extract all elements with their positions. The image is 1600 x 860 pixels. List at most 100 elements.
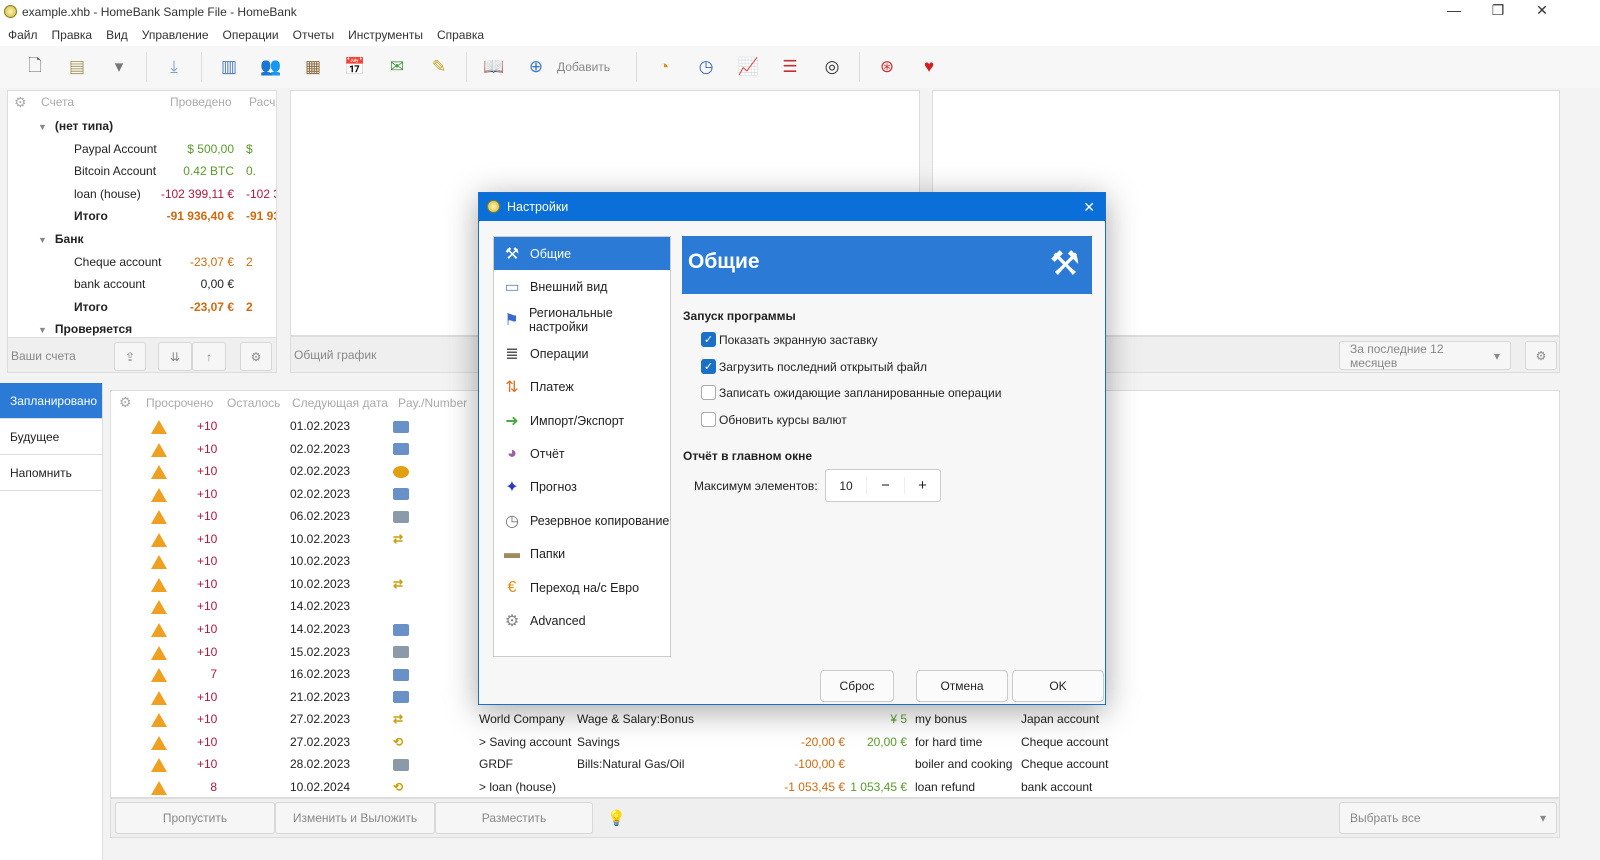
nav-item[interactable]: ▭ Внешний вид	[494, 270, 670, 303]
column-late[interactable]: Просрочено	[146, 396, 213, 410]
edit-post-button[interactable]: Изменить и Выложить	[275, 802, 435, 834]
categories-icon[interactable]: ▦	[300, 54, 326, 80]
account-group[interactable]: ▼ Проверяется	[38, 318, 132, 337]
scheduled-row[interactable]: +10 28.02.2023 GRDF Bills:Natural Gas/Oil -1…	[111, 753, 1559, 775]
nav-item[interactable]: ◷ Резервное копирование	[494, 504, 670, 537]
menu-item[interactable]: Операции	[223, 28, 279, 42]
tab-remind[interactable]: Напомнить	[0, 455, 102, 491]
column-remain[interactable]: Осталось	[227, 396, 280, 410]
column-future[interactable]: Расч	[249, 95, 275, 109]
nav-item[interactable]: ⇅ Платеж	[494, 371, 670, 404]
dialog-close-icon[interactable]: ✕	[1083, 199, 1095, 216]
nav-icon: ⚙	[504, 612, 520, 630]
dropdown-icon[interactable]: ▾	[106, 54, 132, 80]
maximize-button[interactable]: ❐	[1488, 2, 1508, 19]
vehicle-icon[interactable]: ◎	[819, 54, 845, 80]
column-date[interactable]: Следующая дата	[292, 396, 388, 410]
option-checkbox[interactable]: ✓	[701, 358, 716, 374]
minimize-button[interactable]: —	[1444, 2, 1464, 18]
wizard-icon[interactable]: ✎	[426, 54, 452, 80]
nav-item[interactable]: € Переход на/с Евро	[494, 571, 670, 604]
account-group[interactable]: ▼ Банк	[38, 228, 83, 250]
menu-item[interactable]: Правка	[52, 28, 93, 42]
scheduled-row[interactable]: +10 27.02.2023 ⟲ > Saving account Savings -20…	[111, 731, 1559, 753]
option-label[interactable]: Обновить курсы валют	[719, 413, 847, 427]
increment-button[interactable]: +	[904, 477, 940, 494]
warning-icon	[151, 552, 167, 574]
column-pay[interactable]: Pay./Number	[398, 396, 467, 410]
remaining-count: +10	[197, 689, 218, 704]
report-section-title: Отчёт в главном окне	[683, 449, 813, 463]
account-group[interactable]: ▼ (нет типа)	[38, 115, 113, 137]
nav-item[interactable]: ✦ Прогноз	[494, 471, 670, 504]
expand-button[interactable]: ⇊	[158, 342, 192, 371]
category: Bills:Natural Gas/Oil	[577, 757, 685, 772]
open-file-icon[interactable]: ▤	[64, 54, 90, 80]
max-items-value[interactable]: 10	[826, 479, 866, 493]
save-icon[interactable]: ⤓	[161, 54, 187, 80]
accounts-gear-icon[interactable]: ⚙	[14, 94, 27, 111]
new-file-icon[interactable]: 🗋	[22, 54, 48, 80]
time-chart-icon[interactable]: ◷	[693, 54, 719, 80]
dialog-app-icon	[487, 200, 500, 213]
post-button[interactable]: Разместить	[435, 802, 593, 834]
select-all-dropdown[interactable]: Выбрать все ▾	[1339, 802, 1557, 834]
close-button[interactable]: ✕	[1532, 2, 1552, 19]
column-cleared[interactable]: Проведено	[170, 95, 232, 109]
period-select[interactable]: За последние 12 месяцев ▾	[1339, 341, 1511, 370]
option-checkbox[interactable]	[701, 411, 716, 427]
menu-item[interactable]: Отчеты	[293, 28, 334, 42]
nav-item[interactable]: ◕ Отчёт	[494, 437, 670, 470]
menu-item[interactable]: Управление	[142, 28, 209, 42]
export-button[interactable]: ⇪	[114, 342, 146, 371]
next-date: 01.02.2023	[290, 419, 351, 433]
decrement-button[interactable]: −	[866, 477, 904, 494]
reset-button[interactable]: Сброс	[820, 670, 894, 702]
option-label[interactable]: Загрузить последний открытый файл	[719, 360, 927, 374]
account-name[interactable]: Cheque account	[74, 251, 161, 273]
menu-item[interactable]: Вид	[106, 28, 128, 42]
chart-settings-gear-icon[interactable]: ⚙	[1525, 341, 1557, 370]
donate-icon[interactable]: ♥	[916, 54, 942, 80]
pie-chart-icon[interactable]: ◔	[651, 54, 677, 80]
add-label[interactable]: Добавить	[557, 60, 610, 74]
option-label[interactable]: Показать экранную заставку	[719, 333, 878, 347]
option-checkbox[interactable]	[701, 385, 716, 400]
account-name[interactable]: Paypal Account	[74, 138, 157, 160]
payee: GRDF	[479, 757, 513, 772]
account-name[interactable]: loan (house)	[74, 183, 141, 205]
scheduled-row[interactable]: +10 27.02.2023 ⇄ World Company Wage & Salary…	[111, 708, 1559, 730]
account-name[interactable]: bank account	[74, 273, 145, 295]
scheduled-row[interactable]: 8 10.02.2024 ⟲ > loan (house) -1 053,45 € 1 0…	[111, 776, 1559, 797]
add-icon[interactable]: ⊕	[523, 54, 549, 80]
nav-item[interactable]: ⚙ Advanced	[494, 604, 670, 637]
accounts-icon[interactable]: ▥	[216, 54, 242, 80]
nav-item[interactable]: ⚒ Общие	[494, 237, 670, 271]
nav-item[interactable]: ▬ Папки	[494, 538, 670, 571]
option-checkbox[interactable]: ✓	[701, 332, 716, 347]
skip-button[interactable]: Пропустить	[115, 802, 275, 834]
tab-upcoming[interactable]: Будущее	[0, 419, 102, 455]
book-icon[interactable]: 📖	[481, 54, 507, 80]
help-icon[interactable]: ⊛	[874, 54, 900, 80]
scheduled-gear-icon[interactable]: ⚙	[119, 394, 132, 411]
trend-chart-icon[interactable]: 📈	[735, 54, 761, 80]
menu-item[interactable]: Файл	[8, 28, 38, 42]
nav-item[interactable]: ➜ Импорт/Экспорт	[494, 404, 670, 437]
budget-icon[interactable]: ☰	[777, 54, 803, 80]
ok-button[interactable]: OK	[1012, 670, 1104, 702]
account-name[interactable]: Bitcoin Account	[74, 160, 156, 182]
menu-item[interactable]: Справка	[437, 28, 484, 42]
collapse-button[interactable]: ↑	[192, 342, 226, 371]
settings-gear-icon[interactable]: ⚙	[240, 342, 272, 371]
option-label[interactable]: Записать ожидающие запланированные опера…	[719, 386, 1001, 400]
tab-scheduled[interactable]: Запланировано	[0, 383, 102, 419]
nav-item[interactable]: ⚑ Региональные настройки	[494, 304, 670, 337]
cancel-button[interactable]: Отмена	[916, 670, 1008, 702]
email-icon[interactable]: ✉	[384, 54, 410, 80]
payees-icon[interactable]: 👥	[258, 54, 284, 80]
column-accounts[interactable]: Счета	[41, 95, 74, 109]
nav-item[interactable]: ≣ Операции	[494, 337, 670, 370]
menu-item[interactable]: Инструменты	[348, 28, 423, 42]
scheduled-icon[interactable]: 📅	[342, 54, 368, 80]
